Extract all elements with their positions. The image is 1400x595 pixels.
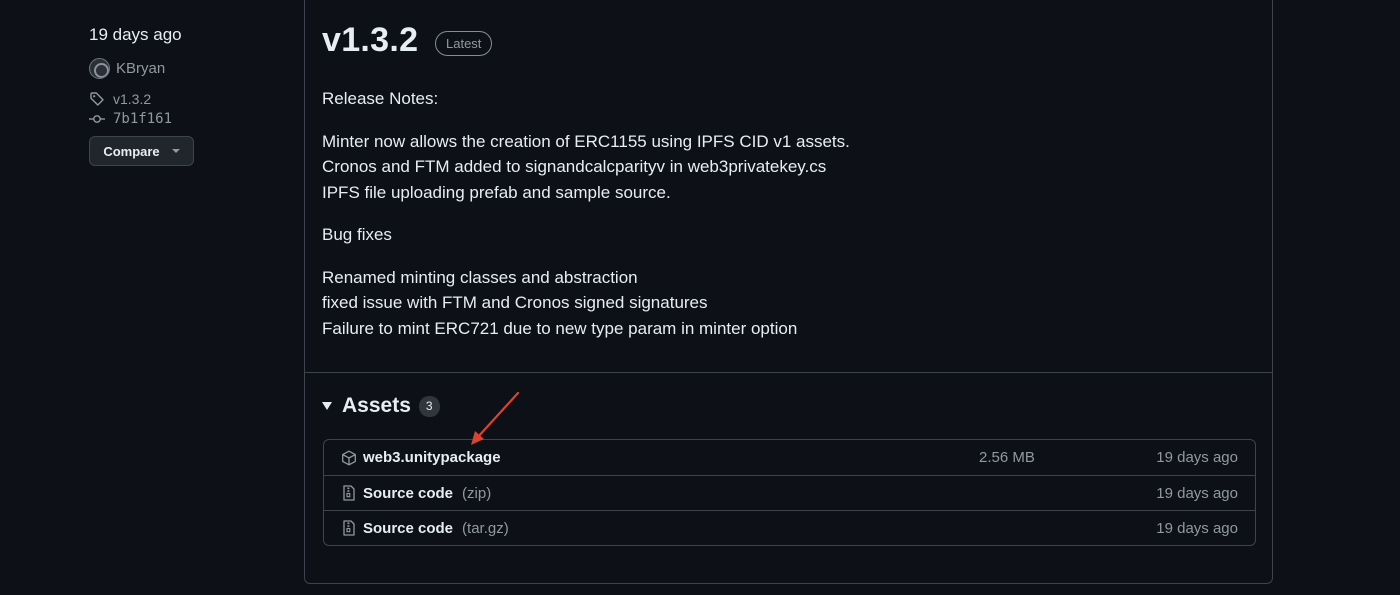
release-commit[interactable]: 7b1f161 <box>89 111 289 127</box>
card-divider <box>305 372 1272 373</box>
package-icon <box>342 450 356 465</box>
avatar[interactable] <box>89 58 110 79</box>
assets-list: web3.unitypackage 2.56 MB 19 days ago So… <box>323 439 1256 546</box>
asset-name[interactable]: Source code <box>363 485 453 502</box>
release-meta: 19 days ago KBryan v1.3.2 7b1f161 Compar… <box>89 24 289 166</box>
release-tag[interactable]: v1.3.2 <box>89 91 289 107</box>
annotation-arrow-icon <box>471 391 520 445</box>
asset-name[interactable]: web3.unitypackage <box>363 449 501 466</box>
compare-button[interactable]: Compare <box>89 136 194 166</box>
notes-line: Renamed minting classes and abstraction <box>322 267 638 287</box>
notes-line: Minter now allows the creation of ERC115… <box>322 131 850 151</box>
notes-paragraph: Bug fixes <box>322 222 1222 248</box>
asset-date: 19 days ago <box>1156 449 1238 466</box>
assets-count-badge: 3 <box>418 395 440 417</box>
triangle-down-icon <box>322 402 332 410</box>
asset-link[interactable]: Source code (tar.gz) <box>341 520 509 537</box>
asset-row: Source code (zip) 19 days ago <box>324 475 1255 510</box>
release-author[interactable]: KBryan <box>89 58 289 79</box>
release-notes: Release Notes: Minter now allows the cre… <box>322 86 1222 358</box>
release-date: 19 days ago <box>89 25 182 44</box>
notes-paragraph: Release Notes: <box>322 86 1222 112</box>
notes-line: IPFS file uploading prefab and sample so… <box>322 182 671 202</box>
assets-toggle[interactable]: Assets 3 <box>322 394 440 418</box>
asset-row: web3.unitypackage 2.56 MB 19 days ago <box>324 440 1255 475</box>
release-card: v1.3.2 Latest Release Notes: Minter now … <box>304 0 1273 584</box>
asset-link[interactable]: web3.unitypackage <box>341 449 501 466</box>
tag-icon <box>90 92 104 106</box>
compare-label: Compare <box>103 143 160 159</box>
notes-line: Bug fixes <box>322 225 392 244</box>
asset-name[interactable]: Source code <box>363 520 453 537</box>
author-name[interactable]: KBryan <box>116 60 165 77</box>
asset-size: 2.56 MB <box>979 449 1035 466</box>
chevron-down-icon <box>171 149 180 153</box>
file-zip-icon <box>343 485 355 501</box>
asset-format: (tar.gz) <box>462 519 509 537</box>
notes-paragraph: Minter now allows the creation of ERC115… <box>322 129 1222 206</box>
file-zip-icon <box>343 520 355 536</box>
git-commit-icon <box>89 115 105 123</box>
notes-line: Cronos and FTM added to signandcalcparit… <box>322 157 827 176</box>
asset-link[interactable]: Source code (zip) <box>341 485 491 502</box>
asset-date: 19 days ago <box>1156 519 1238 537</box>
notes-line: fixed issue with FTM and Cronos signed s… <box>322 293 708 312</box>
notes-line: Release Notes: <box>322 89 439 108</box>
commit-sha[interactable]: 7b1f161 <box>113 111 172 127</box>
asset-row: Source code (tar.gz) 19 days ago <box>324 510 1255 545</box>
latest-badge: Latest <box>435 31 493 56</box>
assets-title: Assets <box>342 394 411 417</box>
release-version-title[interactable]: v1.3.2 <box>322 21 418 60</box>
asset-format: (zip) <box>462 484 492 502</box>
notes-line: Failure to mint ERC721 due to new type p… <box>322 318 798 338</box>
tag-label[interactable]: v1.3.2 <box>113 91 151 107</box>
asset-date: 19 days ago <box>1156 484 1238 502</box>
notes-paragraph: Renamed minting classes and abstraction … <box>322 265 1222 342</box>
